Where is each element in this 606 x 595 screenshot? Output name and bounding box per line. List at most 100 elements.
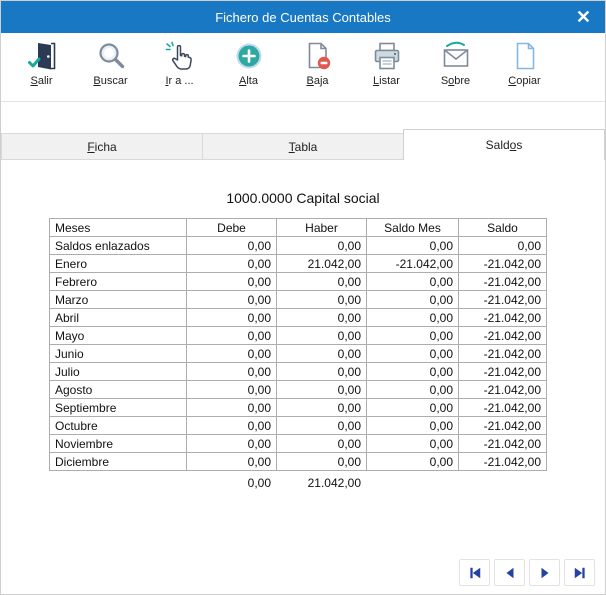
window-title: Fichero de Cuentas Contables <box>215 10 391 25</box>
table-row-agosto: Agosto0,000,000,00-21.042,00 <box>50 381 547 399</box>
table-row-saldos-enlazados: Saldos enlazados0,000,000,000,00 <box>50 237 547 255</box>
toolbar-label-copiar: Copiar <box>508 75 540 87</box>
print-icon <box>371 40 403 72</box>
cell-meses: Octubre <box>50 417 187 435</box>
cell-saldo: -21.042,00 <box>459 327 547 345</box>
cell-meses: Abril <box>50 309 187 327</box>
table-row-septiembre: Septiembre0,000,000,00-21.042,00 <box>50 399 547 417</box>
fichero-cuentas-window: Fichero de Cuentas Contables ✕ Salir Bus… <box>0 0 606 595</box>
last-record-button[interactable] <box>564 559 595 586</box>
totals-spacer <box>49 476 186 490</box>
toolbar-button-ir-a[interactable]: Ir a ... <box>145 38 214 87</box>
toolbar-label-salir: Salir <box>30 75 52 87</box>
envelope-icon <box>440 40 472 72</box>
table-row-febrero: Febrero0,000,000,00-21.042,00 <box>50 273 547 291</box>
cell-saldo: -21.042,00 <box>459 309 547 327</box>
table-row-diciembre: Diciembre0,000,000,00-21.042,00 <box>50 453 547 471</box>
cell-saldo-mes: 0,00 <box>367 345 459 363</box>
toolbar: Salir Buscar Ir a ... Alta Baja <box>1 33 605 102</box>
cell-haber: 0,00 <box>277 363 367 381</box>
cell-saldo: -21.042,00 <box>459 363 547 381</box>
table-row-noviembre: Noviembre0,000,000,00-21.042,00 <box>50 435 547 453</box>
previous-record-icon <box>503 566 517 580</box>
cell-saldo-mes: 0,00 <box>367 435 459 453</box>
cell-saldo: -21.042,00 <box>459 399 547 417</box>
cell-saldo: -21.042,00 <box>459 255 547 273</box>
titlebar: Fichero de Cuentas Contables ✕ <box>1 1 605 33</box>
col-header-saldo: Saldo <box>459 219 547 237</box>
col-header-meses: Meses <box>50 219 187 237</box>
cell-haber: 0,00 <box>277 435 367 453</box>
cell-debe: 0,00 <box>187 237 277 255</box>
cell-debe: 0,00 <box>187 453 277 471</box>
cell-meses: Septiembre <box>50 399 187 417</box>
cell-saldo: -21.042,00 <box>459 273 547 291</box>
cell-debe: 0,00 <box>187 309 277 327</box>
search-icon <box>95 40 127 72</box>
cell-haber: 0,00 <box>277 381 367 399</box>
toolbar-button-alta[interactable]: Alta <box>214 38 283 87</box>
toolbar-button-buscar[interactable]: Buscar <box>76 38 145 87</box>
cell-saldo-mes: 0,00 <box>367 309 459 327</box>
table-row-octubre: Octubre0,000,000,00-21.042,00 <box>50 417 547 435</box>
record-navigator <box>459 559 595 586</box>
cell-debe: 0,00 <box>187 435 277 453</box>
cell-saldo-mes: 0,00 <box>367 399 459 417</box>
table-row-mayo: Mayo0,000,000,00-21.042,00 <box>50 327 547 345</box>
cell-haber: 0,00 <box>277 453 367 471</box>
cell-haber: 0,00 <box>277 309 367 327</box>
cell-saldo-mes: 0,00 <box>367 417 459 435</box>
cell-meses: Saldos enlazados <box>50 237 187 255</box>
tab-ficha[interactable]: Ficha <box>1 133 203 160</box>
tab-label-saldos: Saldos <box>486 138 523 152</box>
cell-haber: 0,00 <box>277 399 367 417</box>
balances-table: MesesDebeHaberSaldo MesSaldoSaldos enlaz… <box>49 218 547 471</box>
cell-saldo-mes: 0,00 <box>367 453 459 471</box>
cell-saldo: -21.042,00 <box>459 345 547 363</box>
toolbar-label-ir-a: Ir a ... <box>165 75 193 87</box>
cell-debe: 0,00 <box>187 327 277 345</box>
first-record-icon <box>468 566 482 580</box>
tab-label-tabla: Tabla <box>289 140 318 154</box>
account-title: 1000.0000 Capital social <box>1 190 605 206</box>
cell-meses: Agosto <box>50 381 187 399</box>
toolbar-label-baja: Baja <box>306 75 328 87</box>
totals-row: 0,00 21.042,00 <box>49 476 546 490</box>
cell-debe: 0,00 <box>187 363 277 381</box>
cell-haber: 21.042,00 <box>277 255 367 273</box>
cell-saldo-mes: 0,00 <box>367 237 459 255</box>
cell-haber: 0,00 <box>277 237 367 255</box>
cell-meses: Noviembre <box>50 435 187 453</box>
cell-meses: Diciembre <box>50 453 187 471</box>
cell-saldo-mes: -21.042,00 <box>367 255 459 273</box>
cell-debe: 0,00 <box>187 255 277 273</box>
table-row-abril: Abril0,000,000,00-21.042,00 <box>50 309 547 327</box>
cell-saldo-mes: 0,00 <box>367 273 459 291</box>
cell-meses: Junio <box>50 345 187 363</box>
total-haber: 21.042,00 <box>276 476 366 490</box>
close-icon[interactable]: ✕ <box>576 8 591 26</box>
cell-meses: Marzo <box>50 291 187 309</box>
cell-saldo-mes: 0,00 <box>367 363 459 381</box>
table-row-junio: Junio0,000,000,00-21.042,00 <box>50 345 547 363</box>
col-header-debe: Debe <box>187 219 277 237</box>
cell-saldo: -21.042,00 <box>459 291 547 309</box>
cell-saldo: -21.042,00 <box>459 417 547 435</box>
cell-debe: 0,00 <box>187 399 277 417</box>
col-header-haber: Haber <box>277 219 367 237</box>
toolbar-button-salir[interactable]: Salir <box>7 38 76 87</box>
cell-debe: 0,00 <box>187 273 277 291</box>
tab-saldos[interactable]: Saldos <box>403 129 605 160</box>
cell-haber: 0,00 <box>277 273 367 291</box>
toolbar-button-copiar[interactable]: Copiar <box>490 38 559 87</box>
cell-debe: 0,00 <box>187 345 277 363</box>
toolbar-button-baja[interactable]: Baja <box>283 38 352 87</box>
toolbar-button-listar[interactable]: Listar <box>352 38 421 87</box>
cell-meses: Febrero <box>50 273 187 291</box>
tab-tabla[interactable]: Tabla <box>202 133 404 160</box>
previous-record-button[interactable] <box>494 559 525 586</box>
first-record-button[interactable] <box>459 559 490 586</box>
cell-debe: 0,00 <box>187 417 277 435</box>
toolbar-button-sobre[interactable]: Sobre <box>421 38 490 87</box>
next-record-button[interactable] <box>529 559 560 586</box>
